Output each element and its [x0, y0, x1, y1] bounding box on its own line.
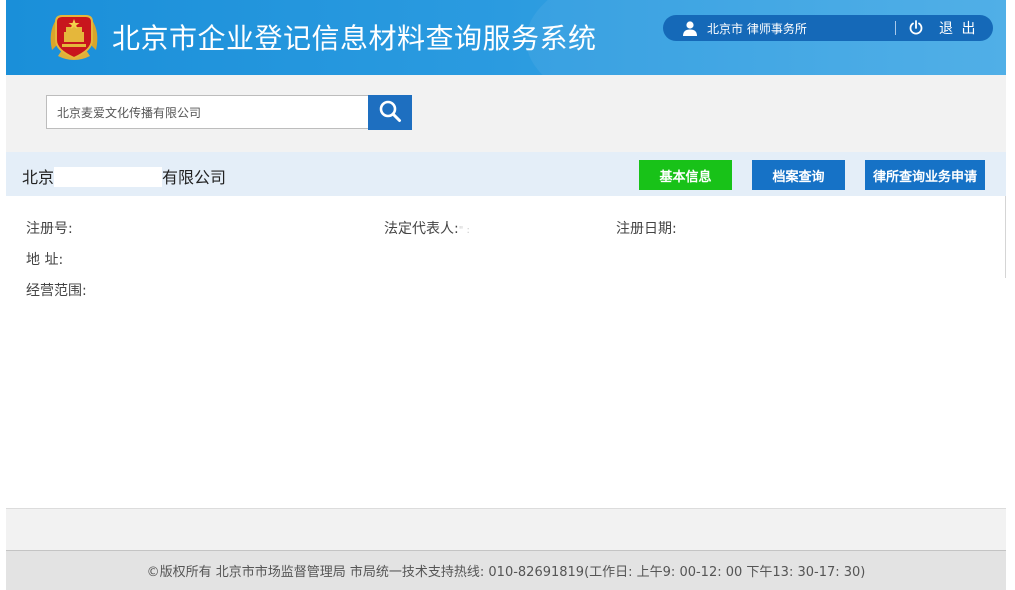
company-bar: 北京 有限公司 基本信息 档案查询 律所查询业务申请	[6, 152, 1006, 196]
company-name: 北京 有限公司	[22, 164, 226, 188]
search-area	[6, 75, 1006, 152]
legal-rep-value: " :	[458, 225, 470, 236]
footer-copyright: ©版权所有 北京市市场监督管理局 市局统一技术支持热线: 010-8269181…	[146, 565, 866, 580]
business-scope-label: 经营范围:	[26, 283, 87, 299]
user-bar-divider	[895, 21, 896, 35]
company-name-suffix: 有限公司	[162, 168, 227, 187]
company-name-prefix: 北京	[22, 168, 55, 187]
logout-label: 退 出	[939, 21, 978, 37]
app-header: 北京市企业登记信息材料查询服务系统 北京市 律师事务所 退 出	[6, 0, 1006, 75]
company-search-input[interactable]	[46, 95, 370, 129]
company-info-panel: 注册号: 法定代表人:" : 注册日期: 地 址: 经营范围:	[6, 196, 1006, 509]
legal-rep-field: 法定代表人:" :	[384, 218, 491, 239]
power-icon	[907, 19, 925, 37]
app-title: 北京市企业登记信息材料查询服务系统	[112, 22, 597, 55]
national-emblem-icon	[46, 10, 102, 64]
search-icon	[378, 99, 402, 127]
footer: ©版权所有 北京市市场监督管理局 市局统一技术支持热线: 010-8269181…	[6, 550, 1006, 590]
legal-rep-label: 法定代表人:	[384, 221, 459, 237]
user-bar: 北京市 律师事务所 退 出	[663, 15, 993, 41]
spacer-band	[6, 509, 1006, 550]
reg-date-label: 注册日期:	[616, 221, 677, 237]
user-name[interactable]: 北京市 律师事务所	[707, 20, 807, 37]
user-icon	[681, 19, 699, 37]
reg-no-label: 注册号:	[26, 221, 73, 237]
logout-button[interactable]: 退 出	[907, 18, 977, 38]
address-label: 地 址:	[26, 252, 64, 268]
redacted-block	[54, 167, 163, 187]
search-button[interactable]	[368, 95, 412, 130]
lawfirm-apply-button[interactable]: 律所查询业务申请	[865, 160, 985, 190]
basic-info-button[interactable]: 基本信息	[639, 160, 732, 190]
archive-query-button[interactable]: 档案查询	[752, 160, 845, 190]
